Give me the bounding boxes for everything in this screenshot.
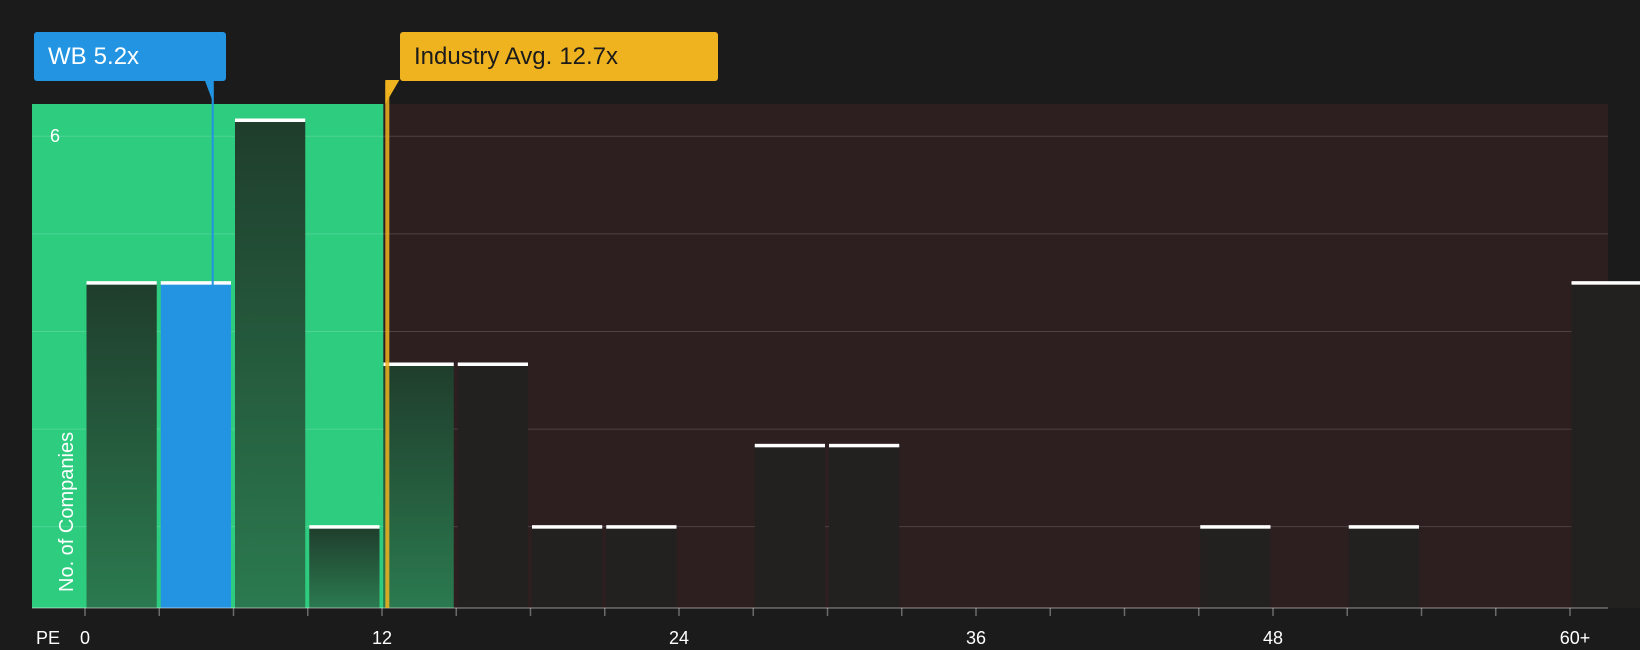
bar-cap-60 [1571, 281, 1640, 285]
bar-18 [532, 526, 603, 608]
bar-12 [383, 364, 454, 608]
bar-cap-3 [160, 281, 231, 285]
industry-avg-value: 12.7x [559, 43, 619, 70]
bar-27 [754, 445, 825, 608]
x-axis-name: PE [36, 628, 61, 648]
company-name: WB [48, 43, 87, 70]
bar-6 [235, 120, 306, 608]
bar-cap-6 [235, 118, 306, 122]
company-pe-value: 5.2x [93, 43, 140, 70]
bar-cap-45 [1200, 525, 1271, 529]
x-tick-label: 0 [79, 628, 91, 648]
x-tick-label: 36 [965, 628, 987, 648]
industry-avg-line [385, 82, 390, 608]
x-tick-label: 24 [668, 628, 690, 648]
bar-30 [829, 445, 900, 608]
y-axis-title: No. of Companies [56, 431, 78, 592]
industry-avg-tag: Industry Avg. 12.7x [400, 32, 718, 81]
company-pe-tag: WB 5.2x [34, 32, 226, 81]
bar-cap-9 [309, 525, 380, 529]
bar-51 [1348, 526, 1419, 608]
bar-cap-18 [532, 525, 603, 529]
bar-9 [309, 526, 380, 608]
bar-cap-27 [754, 443, 825, 448]
x-axis [32, 607, 1608, 616]
bar-cap-30 [829, 443, 900, 448]
bar-45 [1200, 526, 1271, 608]
pe-distribution-chart [32, 80, 1640, 616]
y-axis-max-label: 6 [50, 126, 61, 146]
bar-cap-51 [1348, 525, 1419, 529]
bar-cap-21 [606, 525, 677, 529]
bar-21 [606, 526, 677, 608]
bar-cap-15 [457, 362, 528, 366]
bar-15 [457, 364, 528, 608]
x-tick-label: 48 [1262, 628, 1284, 648]
x-tick-label: 12 [371, 628, 393, 648]
x-tick-label: 60+ [1559, 628, 1591, 648]
bar-company-bin [160, 282, 231, 608]
bar-cap-12 [383, 362, 454, 366]
bar-0 [86, 282, 157, 608]
bar-60 [1571, 282, 1640, 608]
industry-avg-label: Industry Avg. [414, 43, 553, 70]
bar-cap-0 [86, 281, 157, 285]
